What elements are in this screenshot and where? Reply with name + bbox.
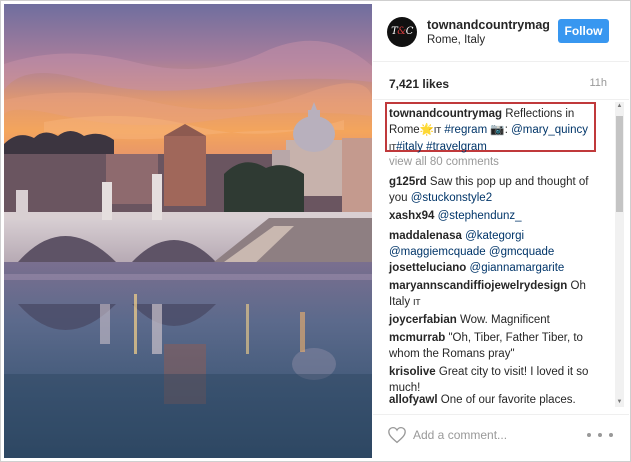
more-dot — [609, 433, 613, 437]
comment-item: maddalenasa @kategorgi @maggiemcquade @g… — [389, 228, 589, 260]
post-header: T&C townandcountrymag Rome, Italy Follow — [373, 4, 629, 62]
add-comment-input[interactable] — [413, 423, 573, 447]
comment-username[interactable]: g125rd — [389, 176, 427, 188]
comment-item: mcmurrab "Oh, Tiber, Father Tiber, to wh… — [389, 330, 589, 362]
italy-flag-icon: IT — [413, 298, 421, 307]
comment-mention[interactable]: @giannamargarite — [470, 262, 565, 274]
comment-mention[interactable]: @stuckonstyle2 — [411, 192, 492, 204]
avatar[interactable]: T&C — [387, 17, 417, 47]
comment-item: joycerfabian Wow. Magnificent — [389, 312, 589, 328]
comment-username[interactable]: xashx94 — [389, 210, 434, 222]
post-side-panel: T&C townandcountrymag Rome, Italy Follow… — [373, 4, 629, 458]
comment-item: allofyawl One of our favorite places. — [389, 392, 589, 408]
post-time[interactable]: 11h — [589, 77, 607, 89]
likes-row: 7,421 likes 11h — [373, 62, 629, 100]
post-location[interactable]: Rome, Italy — [427, 34, 485, 46]
comment-item: xashx94 @stephendunz_ — [389, 208, 589, 224]
hashtag-italy-text: #italy — [396, 141, 423, 153]
view-all-comments-link[interactable]: view all 80 comments — [389, 156, 499, 168]
likes-count[interactable]: 7,421 likes — [389, 77, 449, 91]
comment-username[interactable]: allofyawl — [389, 394, 438, 406]
follow-button[interactable]: Follow — [558, 19, 609, 43]
more-dot — [598, 433, 602, 437]
more-dot — [587, 433, 591, 437]
comments-scrollbar[interactable]: ▲ ▼ — [615, 102, 624, 407]
heart-outline-icon[interactable] — [387, 426, 407, 444]
avatar-text-c: C — [405, 26, 414, 37]
comment-text: Wow. Magnificent — [459, 314, 550, 326]
comment-item: josetteluciano @giannamargarite — [389, 260, 589, 276]
scroll-down-arrow-icon[interactable]: ▼ — [615, 398, 624, 407]
caption-username[interactable]: townandcountrymag — [389, 108, 502, 120]
hashtag-travelgram[interactable]: #travelgram — [426, 141, 487, 153]
comment-item: g125rd Saw this pop up and thought of yo… — [389, 174, 589, 206]
mention-mary-quincy[interactable]: @mary_quincy — [511, 124, 588, 136]
comment-mention[interactable]: @stephendunz_ — [438, 210, 522, 222]
comment-username[interactable]: mcmurrab — [389, 332, 445, 344]
post-photo[interactable] — [4, 4, 372, 458]
comment-text: One of our favorite places. — [440, 394, 576, 406]
comment-username[interactable]: krisolive — [389, 366, 436, 378]
comments-list[interactable]: townandcountrymag Reflections in Rome🌟IT… — [373, 100, 629, 408]
camera-emoji-icon: 📷 — [490, 124, 505, 136]
star-emoji-icon: 🌟 — [419, 124, 435, 136]
comment-footer — [373, 414, 629, 458]
instagram-post-frame: T&C townandcountrymag Rome, Italy Follow… — [0, 0, 631, 462]
comment-item: maryannscandiffiojewelrydesign Oh Italy … — [389, 278, 589, 311]
avatar-text-amp: & — [397, 26, 406, 37]
comment-username[interactable]: maddalenasa — [389, 230, 462, 242]
comment-username[interactable]: maryannscandiffiojewelrydesign — [389, 280, 567, 292]
hashtag-regram[interactable]: #regram — [444, 124, 487, 136]
comment-username[interactable]: josetteluciano — [389, 262, 466, 274]
hashtag-italy[interactable]: IT#italy — [389, 141, 423, 153]
scrollbar-thumb[interactable] — [616, 116, 623, 212]
caption: townandcountrymag Reflections in Rome🌟IT… — [389, 106, 594, 156]
italy-flag-icon: IT — [434, 126, 442, 135]
comment-username[interactable]: joycerfabian — [389, 314, 457, 326]
caption-colon: : — [504, 124, 508, 136]
scroll-up-arrow-icon[interactable]: ▲ — [615, 102, 624, 111]
post-username[interactable]: townandcountrymag — [427, 18, 550, 32]
rome-photo-illustration — [4, 4, 372, 458]
more-options-icon[interactable] — [587, 425, 613, 445]
